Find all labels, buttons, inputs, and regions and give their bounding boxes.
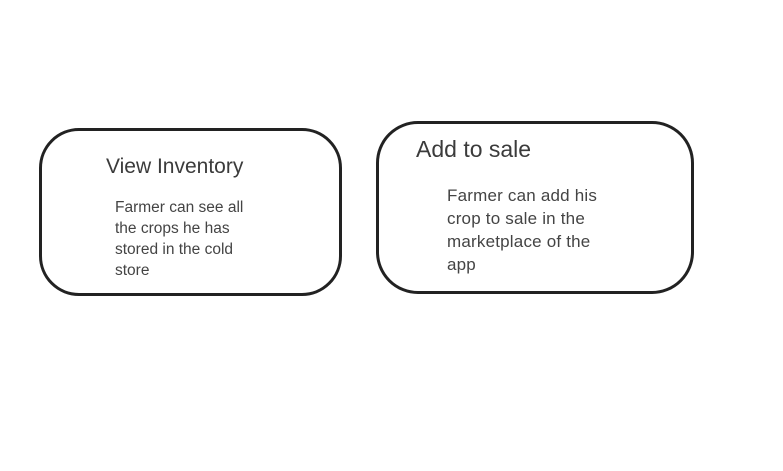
view-inventory-card: View Inventory Farmer can see all the cr… — [39, 128, 342, 296]
view-inventory-description: Farmer can see all the crops he has stor… — [115, 199, 244, 279]
add-to-sale-card: Add to sale Farmer can add his crop to s… — [376, 121, 694, 294]
view-inventory-title: View Inventory — [106, 155, 244, 178]
add-to-sale-description: Farmer can add his crop to sale in the m… — [447, 186, 598, 274]
add-to-sale-title: Add to sale — [416, 136, 532, 162]
